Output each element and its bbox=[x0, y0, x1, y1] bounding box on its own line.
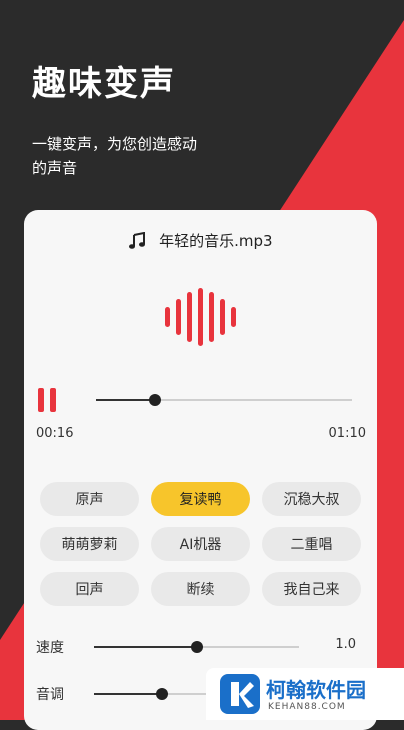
speed-value: 1.0 bbox=[335, 637, 356, 652]
speed-control: 速度 1.0 bbox=[36, 637, 356, 657]
song-title-row: 年轻的音乐.mp3 bbox=[24, 230, 377, 251]
pause-icon bbox=[38, 388, 44, 412]
effect-chip-echo[interactable]: 回声 bbox=[40, 572, 139, 606]
pitch-knob[interactable] bbox=[155, 688, 168, 700]
voice-changer-card: 年轻的音乐.mp3 00:16 01:10 原声 复读鸭 沉稳大叔 萌萌萝莉 A… bbox=[24, 210, 377, 730]
effect-chip-repeat-duck[interactable]: 复读鸭 bbox=[151, 482, 250, 516]
effect-chip-duet[interactable]: 二重唱 bbox=[262, 527, 361, 561]
effect-chip-ai-robot[interactable]: AI机器 bbox=[151, 527, 250, 561]
pitch-label: 音调 bbox=[36, 687, 64, 703]
watermark-banner: 柯翰软件园 KEHAN88.COM bbox=[206, 668, 404, 720]
speed-label: 速度 bbox=[36, 640, 64, 656]
playback-progress-bar[interactable] bbox=[96, 394, 352, 406]
effect-chip-original[interactable]: 原声 bbox=[40, 482, 139, 516]
progress-knob[interactable] bbox=[148, 394, 161, 406]
speed-slider[interactable] bbox=[94, 641, 299, 653]
pause-button[interactable] bbox=[38, 388, 58, 412]
waveform-icon bbox=[165, 288, 236, 346]
total-time: 01:10 bbox=[328, 426, 366, 441]
watermark-name: 柯翰软件园 bbox=[266, 678, 366, 702]
promo-title: 趣味变声 bbox=[32, 64, 176, 104]
watermark-url: KEHAN88.COM bbox=[268, 702, 346, 712]
kehan-logo-icon bbox=[220, 674, 260, 714]
effect-chip-custom[interactable]: 我自己来 bbox=[262, 572, 361, 606]
current-time: 00:16 bbox=[36, 426, 74, 441]
effect-chip-stutter[interactable]: 断续 bbox=[151, 572, 250, 606]
promo-subtitle: 一键变声，为您创造感动的声音 bbox=[32, 135, 198, 177]
effect-chip-mature-uncle[interactable]: 沉稳大叔 bbox=[262, 482, 361, 516]
song-file-name: 年轻的音乐.mp3 bbox=[159, 232, 273, 250]
progress-fill bbox=[96, 399, 155, 401]
effect-chip-cute-girl[interactable]: 萌萌萝莉 bbox=[40, 527, 139, 561]
speed-fill bbox=[94, 646, 197, 648]
pitch-fill bbox=[94, 693, 162, 695]
music-note-icon bbox=[129, 231, 146, 249]
speed-knob[interactable] bbox=[190, 641, 203, 653]
